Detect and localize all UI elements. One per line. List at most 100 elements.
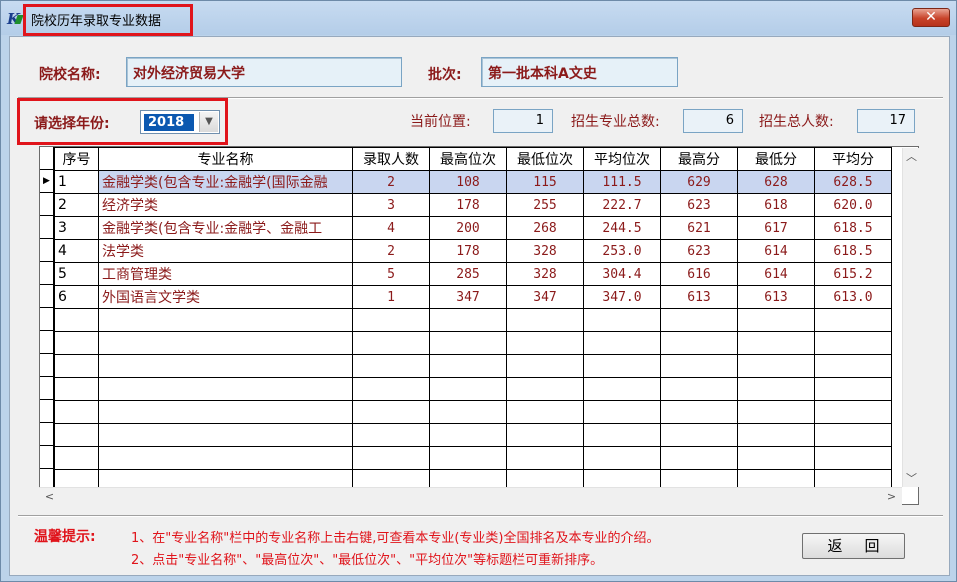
table-cell[interactable]: 115 (506, 170, 584, 194)
table-cell[interactable]: 613 (737, 285, 815, 309)
empty-table-cell[interactable] (737, 423, 815, 447)
table-row[interactable]: 6 外国语言文学类 1 347 347 347.0 613 613 613.0 (54, 285, 892, 309)
empty-table-cell[interactable] (506, 354, 584, 378)
empty-table-cell[interactable] (429, 308, 507, 332)
empty-table-cell[interactable] (429, 446, 507, 470)
empty-table-cell[interactable] (352, 354, 430, 378)
scroll-up-arrow-icon[interactable]: ︿ (903, 148, 920, 165)
table-cell[interactable]: 3 (352, 193, 430, 217)
empty-table-cell[interactable] (352, 446, 430, 470)
table-cell[interactable]: 620.0 (814, 193, 892, 217)
table-cell[interactable]: 615.2 (814, 262, 892, 286)
empty-table-cell[interactable] (98, 308, 353, 332)
empty-table-cell[interactable] (814, 400, 892, 424)
empty-table-cell[interactable] (506, 423, 584, 447)
table-row[interactable]: 2 经济学类 3 178 255 222.7 623 618 620.0 (54, 193, 892, 217)
empty-table-cell[interactable] (737, 446, 815, 470)
empty-table-cell[interactable] (583, 308, 661, 332)
table-cell[interactable]: 618.5 (814, 239, 892, 263)
vertical-scrollbar[interactable]: ︿ ﹀ (902, 148, 919, 487)
year-select[interactable]: 2018 ▼ (140, 110, 220, 134)
empty-table-cell[interactable] (54, 400, 99, 424)
empty-table-cell[interactable] (814, 423, 892, 447)
empty-table-row[interactable] (54, 423, 892, 447)
table-cell[interactable]: 628 (737, 170, 815, 194)
empty-table-cell[interactable] (429, 400, 507, 424)
table-cell[interactable]: 616 (660, 262, 738, 286)
empty-table-cell[interactable] (429, 377, 507, 401)
table-row[interactable]: 5 工商管理类 5 285 328 304.4 616 614 615.2 (54, 262, 892, 286)
empty-table-cell[interactable] (814, 308, 892, 332)
table-cell[interactable]: 1 (352, 285, 430, 309)
table-cell[interactable]: 328 (506, 262, 584, 286)
empty-table-cell[interactable] (814, 331, 892, 355)
table-cell[interactable]: 613.0 (814, 285, 892, 309)
empty-table-cell[interactable] (506, 446, 584, 470)
empty-table-cell[interactable] (506, 331, 584, 355)
empty-table-cell[interactable] (54, 423, 99, 447)
table-cell[interactable]: 618.5 (814, 216, 892, 240)
majors-data-grid[interactable]: ▶ 序号 专业名称 录取人数 最高位次 最低位次 平均位次 最高分 最低分 平均… (39, 146, 919, 505)
empty-table-cell[interactable] (98, 423, 353, 447)
empty-table-cell[interactable] (98, 377, 353, 401)
table-cell[interactable]: 5 (352, 262, 430, 286)
table-row[interactable]: 4 法学类 2 178 328 253.0 623 614 618.5 (54, 239, 892, 263)
table-cell[interactable]: 1 (54, 170, 99, 194)
column-header-admitted-count[interactable]: 录取人数 (352, 147, 430, 171)
column-header-major-name[interactable]: 专业名称 (98, 147, 353, 171)
table-cell[interactable]: 5 (54, 262, 99, 286)
column-header-index[interactable]: 序号 (54, 147, 99, 171)
table-cell[interactable]: 200 (429, 216, 507, 240)
table-cell[interactable]: 178 (429, 193, 507, 217)
column-header-lowest-score[interactable]: 最低分 (737, 147, 815, 171)
empty-table-cell[interactable] (583, 400, 661, 424)
table-cell[interactable]: 222.7 (583, 193, 661, 217)
empty-table-cell[interactable] (660, 400, 738, 424)
empty-table-cell[interactable] (737, 308, 815, 332)
empty-table-cell[interactable] (506, 400, 584, 424)
empty-table-cell[interactable] (54, 308, 99, 332)
table-cell[interactable]: 304.4 (583, 262, 661, 286)
empty-table-cell[interactable] (506, 308, 584, 332)
empty-table-cell[interactable] (737, 377, 815, 401)
table-cell[interactable]: 253.0 (583, 239, 661, 263)
table-cell[interactable]: 工商管理类 (98, 262, 353, 286)
table-cell[interactable]: 268 (506, 216, 584, 240)
back-button[interactable]: 返回 (802, 533, 905, 559)
table-cell[interactable]: 3 (54, 216, 99, 240)
empty-table-cell[interactable] (660, 354, 738, 378)
empty-table-cell[interactable] (660, 331, 738, 355)
table-cell[interactable]: 法学类 (98, 239, 353, 263)
empty-table-cell[interactable] (54, 354, 99, 378)
empty-table-cell[interactable] (583, 331, 661, 355)
column-header-lowest-rank[interactable]: 最低位次 (506, 147, 584, 171)
empty-table-cell[interactable] (98, 446, 353, 470)
empty-table-cell[interactable] (54, 331, 99, 355)
scroll-right-arrow-icon[interactable]: > (883, 488, 900, 505)
empty-table-cell[interactable] (814, 354, 892, 378)
table-row[interactable]: 3 金融学类(包含专业:金融学、金融工 4 200 268 244.5 621 617 618.… (54, 216, 892, 240)
empty-table-cell[interactable] (352, 308, 430, 332)
empty-table-cell[interactable] (660, 308, 738, 332)
empty-table-cell[interactable] (352, 423, 430, 447)
table-cell[interactable]: 347 (506, 285, 584, 309)
empty-table-cell[interactable] (660, 446, 738, 470)
empty-table-row[interactable] (54, 308, 892, 332)
empty-table-cell[interactable] (54, 446, 99, 470)
table-cell[interactable]: 617 (737, 216, 815, 240)
table-cell[interactable]: 628.5 (814, 170, 892, 194)
table-cell[interactable]: 4 (54, 239, 99, 263)
empty-table-row[interactable] (54, 354, 892, 378)
empty-table-cell[interactable] (737, 331, 815, 355)
close-button[interactable]: ✕ (912, 8, 950, 27)
table-cell[interactable]: 255 (506, 193, 584, 217)
empty-table-row[interactable] (54, 400, 892, 424)
empty-table-cell[interactable] (583, 377, 661, 401)
scroll-down-arrow-icon[interactable]: ﹀ (903, 470, 920, 487)
table-cell[interactable]: 金融学类(包含专业:金融学(国际金融 (98, 170, 353, 194)
table-cell[interactable]: 347 (429, 285, 507, 309)
table-cell[interactable]: 347.0 (583, 285, 661, 309)
table-cell[interactable]: 178 (429, 239, 507, 263)
table-cell[interactable]: 111.5 (583, 170, 661, 194)
empty-table-cell[interactable] (352, 400, 430, 424)
